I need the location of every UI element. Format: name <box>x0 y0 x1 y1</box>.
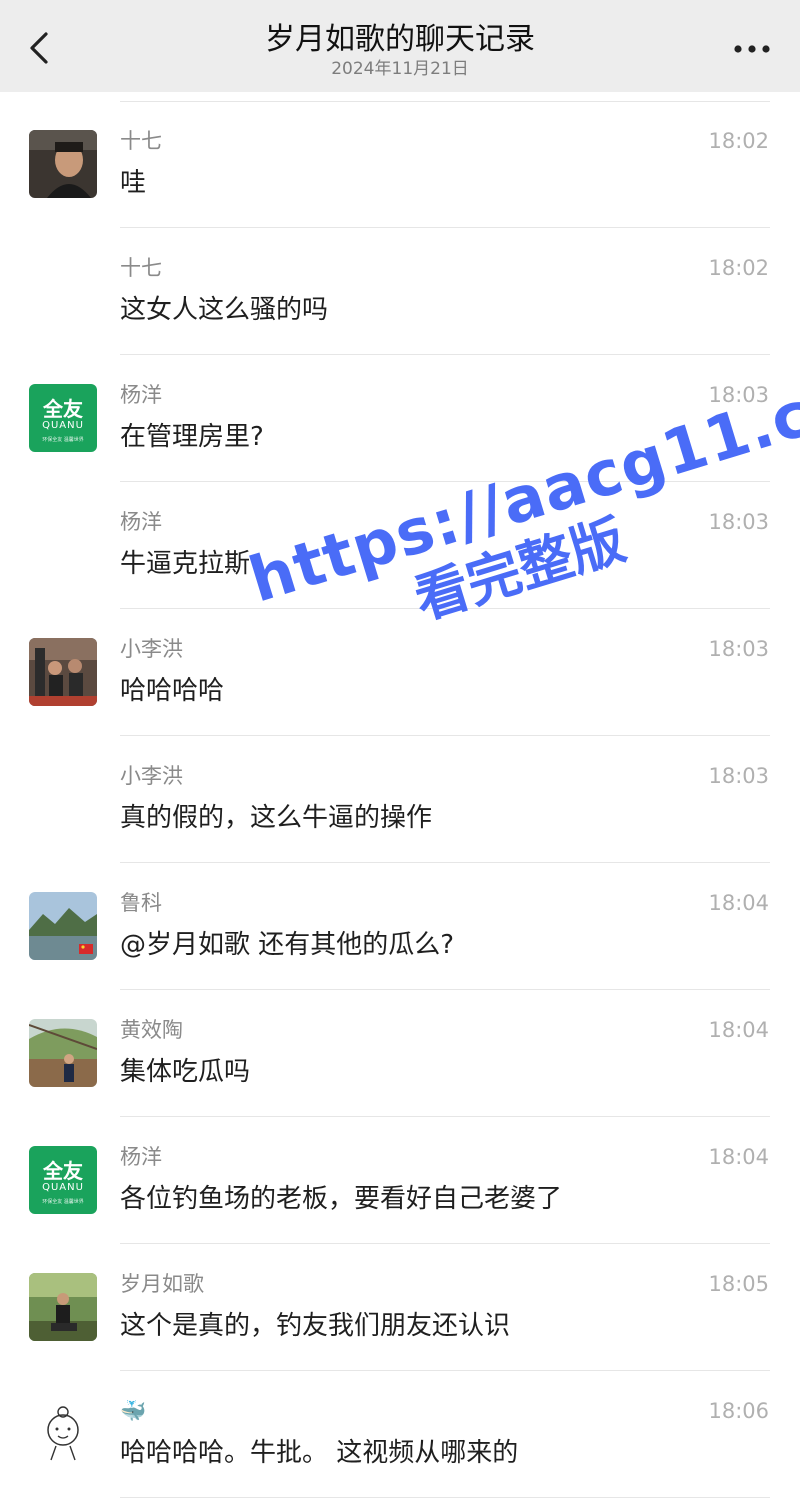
message-item[interactable]: 十七 18:02 这女人这么骚的吗 <box>0 228 800 355</box>
message-time: 18:03 <box>708 383 769 407</box>
divider <box>120 1497 770 1498</box>
avatar[interactable] <box>29 892 97 960</box>
message-time: 18:02 <box>708 256 769 280</box>
quanu-logo-slogan: 环保全友 温馨世界 <box>42 1199 84 1205</box>
page-title: 岁月如歌的聊天记录 <box>265 22 535 57</box>
avatar[interactable] <box>29 130 97 198</box>
sender-name: 小李洪 <box>120 637 183 661</box>
message-item[interactable]: 十七 18:02 哇 <box>0 101 800 228</box>
avatar[interactable] <box>29 638 97 706</box>
message-item[interactable]: 小李洪 18:03 真的假的，这么牛逼的操作 <box>0 736 800 863</box>
message-time: 18:05 <box>708 1272 769 1296</box>
sender-name: 十七 <box>120 256 162 280</box>
message-time: 18:06 <box>708 1399 769 1423</box>
message-text: 各位钓鱼场的老板，要看好自己老婆了 <box>120 1184 563 1214</box>
chat-history-header: 岁月如歌的聊天记录 2024年11月21日 <box>0 0 800 92</box>
quanu-logo-slogan: 环保全友 温馨世界 <box>42 437 84 443</box>
message-time: 18:03 <box>708 510 769 534</box>
message-item[interactable]: 杨洋 18:03 牛逼克拉斯 <box>0 482 800 609</box>
sender-name: 鲁科 <box>120 891 162 915</box>
message-text: @岁月如歌 还有其他的瓜么? <box>120 930 455 960</box>
quanu-logo-en: QUANU <box>42 1182 84 1193</box>
chat-date: 2024年11月21日 <box>331 59 469 79</box>
quanu-logo-cn: 全友 <box>43 1159 83 1183</box>
avatar[interactable] <box>29 1019 97 1087</box>
message-time: 18:04 <box>708 1145 769 1169</box>
avatar[interactable]: 全友 QUANU 环保全友 温馨世界 <box>29 384 97 452</box>
sender-name: 小李洪 <box>120 764 183 788</box>
quanu-logo-en: QUANU <box>42 420 84 431</box>
avatar[interactable] <box>29 1400 97 1468</box>
message-text: 这女人这么骚的吗 <box>120 295 329 325</box>
sender-name: 杨洋 <box>120 510 162 534</box>
sender-name: 杨洋 <box>120 1145 162 1169</box>
sender-name: 杨洋 <box>120 383 162 407</box>
message-text: 牛逼克拉斯 <box>120 549 251 579</box>
message-text: 哈哈哈哈。牛批。 这视频从哪来的 <box>120 1438 519 1468</box>
sender-name: 十七 <box>120 129 162 153</box>
message-time: 18:02 <box>708 129 769 153</box>
message-time: 18:04 <box>708 891 769 915</box>
avatar[interactable]: 全友 QUANU 环保全友 温馨世界 <box>29 1146 97 1214</box>
message-time: 18:04 <box>708 1018 769 1042</box>
message-item[interactable]: 黄效陶 18:04 集体吃瓜吗 <box>0 990 800 1117</box>
message-text: 真的假的，这么牛逼的操作 <box>120 803 433 833</box>
message-text: 集体吃瓜吗 <box>120 1057 251 1087</box>
message-text: 在管理房里? <box>120 422 264 452</box>
message-text: 哈哈哈哈 <box>120 676 225 706</box>
message-item[interactable]: 全友 QUANU 环保全友 温馨世界 杨洋 18:03 在管理房里? <box>0 355 800 482</box>
message-text: 这个是真的，钓友我们朋友还认识 <box>120 1311 511 1341</box>
message-item[interactable]: 全友 QUANU 环保全友 温馨世界 杨洋 18:04 各位钓鱼场的老板，要看好… <box>0 1117 800 1244</box>
quanu-logo-cn: 全友 <box>43 397 83 421</box>
message-text: 哇 <box>120 168 147 198</box>
message-item[interactable]: 🐳 18:06 哈哈哈哈。牛批。 这视频从哪来的 <box>0 1371 800 1498</box>
message-time: 18:03 <box>708 637 769 661</box>
sender-name: 🐳 <box>120 1399 147 1423</box>
avatar[interactable] <box>29 1273 97 1341</box>
message-item[interactable]: 鲁科 18:04 @岁月如歌 还有其他的瓜么? <box>0 863 800 990</box>
message-time: 18:03 <box>708 764 769 788</box>
sender-name: 岁月如歌 <box>120 1272 204 1296</box>
message-item[interactable]: 小李洪 18:03 哈哈哈哈 <box>0 609 800 736</box>
ellipsis-icon[interactable] <box>732 34 772 64</box>
message-item[interactable]: 岁月如歌 18:05 这个是真的，钓友我们朋友还认识 <box>0 1244 800 1371</box>
sender-name: 黄效陶 <box>120 1018 183 1042</box>
message-list[interactable]: 十七 18:02 哇 十七 18:02 这女人这么骚的吗 全友 QUANU 环保… <box>0 101 800 1498</box>
